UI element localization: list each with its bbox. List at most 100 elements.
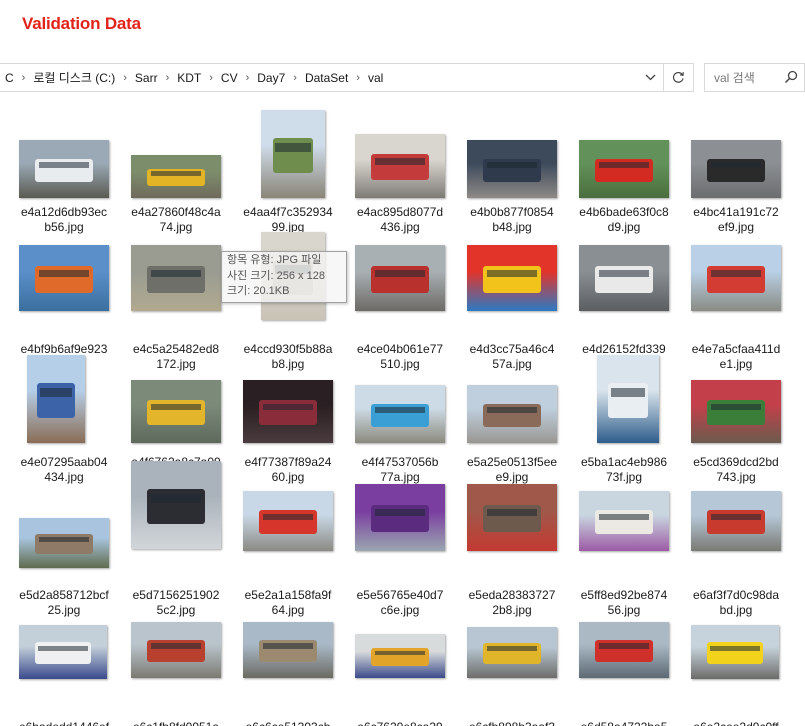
image-thumbnail[interactable] [467, 385, 557, 443]
file-item[interactable]: e4e7a5cfaa411d e1.jpg [680, 242, 792, 371]
thumbnail-area[interactable] [456, 484, 568, 584]
image-thumbnail[interactable] [355, 484, 445, 551]
image-thumbnail[interactable] [691, 140, 781, 198]
breadcrumb-item[interactable]: C [0, 64, 19, 91]
thumbnail-area[interactable] [232, 105, 344, 201]
file-item[interactable]: e6c1fb8fd0951aea.jpg [120, 620, 232, 726]
thumbnail-area[interactable] [120, 355, 232, 451]
thumbnail-area[interactable] [232, 488, 344, 584]
breadcrumb-item[interactable]: 로컬 디스크 (C:) [28, 64, 120, 91]
image-thumbnail[interactable] [355, 245, 445, 311]
breadcrumb-separator-icon[interactable]: › [243, 72, 253, 84]
file-name[interactable]: e4b0b877f0854 b48.jpg [456, 205, 568, 235]
image-thumbnail[interactable] [355, 385, 445, 443]
breadcrumb-separator-icon[interactable]: › [19, 72, 29, 84]
file-item[interactable]: e4e07295aab04 434.jpg [8, 355, 120, 484]
file-name[interactable]: e6c1fb8fd0951aea.jpg [120, 720, 232, 726]
file-item[interactable]: e4bf9b6af9e923e8.jpg [8, 242, 120, 371]
refresh-button[interactable] [663, 64, 693, 91]
file-item[interactable]: e6c6ce51393cb604.jpg [232, 620, 344, 726]
search-input[interactable]: val 검색 [704, 63, 805, 92]
thumbnail-area[interactable] [344, 242, 456, 338]
image-thumbnail[interactable] [19, 625, 107, 679]
image-thumbnail[interactable] [131, 245, 221, 311]
file-name[interactable]: e4aa4f7c352934 99.jpg [232, 205, 344, 235]
image-thumbnail[interactable] [131, 461, 221, 549]
file-item[interactable]: e4f77387f89a24 60.jpg [232, 355, 344, 484]
file-name[interactable]: e5eda28383727 2b8.jpg [456, 588, 568, 618]
image-thumbnail[interactable] [131, 380, 221, 443]
image-thumbnail[interactable] [261, 110, 325, 198]
breadcrumb-item[interactable]: Sarr [130, 64, 163, 91]
thumbnail-area[interactable] [680, 242, 792, 338]
file-item[interactable]: e6c7620e8ca393b1.jpg [344, 620, 456, 726]
file-item[interactable]: e4f6762a8c7a098e.jpg [120, 355, 232, 484]
thumbnail-area[interactable] [344, 355, 456, 451]
thumbnail-area[interactable] [568, 355, 680, 451]
thumbnail-area[interactable] [568, 105, 680, 201]
file-item[interactable]: e5ff8ed92be874 56.jpg [568, 488, 680, 617]
file-item[interactable]: e6e2cee2d9c0ff76.jpg [680, 620, 792, 726]
file-name[interactable]: e6e2cee2d9c0ff76.jpg [680, 720, 792, 726]
file-name[interactable]: e5a25e0513f5ee e9.jpg [456, 455, 568, 485]
file-item[interactable]: e4f47537056b 77a.jpg [344, 355, 456, 484]
image-thumbnail[interactable] [579, 140, 669, 198]
file-item[interactable]: e4a27860f48c4a 74.jpg [120, 105, 232, 234]
image-thumbnail[interactable] [355, 634, 445, 678]
thumbnail-area[interactable] [232, 355, 344, 451]
thumbnail-area[interactable] [120, 242, 232, 338]
image-thumbnail[interactable] [579, 491, 669, 551]
breadcrumb-separator-icon[interactable]: › [353, 72, 363, 84]
file-name[interactable]: e4a27860f48c4a 74.jpg [120, 205, 232, 235]
file-item[interactable]: e4ac895d8077d 436.jpg [344, 105, 456, 234]
image-thumbnail[interactable] [19, 245, 109, 311]
file-name[interactable]: e5e2a1a158fa9f 64.jpg [232, 588, 344, 618]
image-thumbnail[interactable] [467, 140, 557, 198]
thumbnail-area[interactable] [344, 620, 456, 716]
thumbnail-area[interactable] [8, 620, 120, 716]
file-item[interactable]: e4a12d6db93ec b56.jpg [8, 105, 120, 234]
breadcrumb-item[interactable]: KDT [172, 64, 206, 91]
file-item[interactable]: e4b0b877f0854 b48.jpg [456, 105, 568, 234]
thumbnail-area[interactable] [568, 620, 680, 716]
thumbnail-area[interactable] [120, 461, 232, 584]
address-bar[interactable]: C › 로컬 디스크 (C:) › Sarr › KDT › CV › Day7… [0, 63, 694, 92]
file-name[interactable]: e4ac895d8077d 436.jpg [344, 205, 456, 235]
file-item[interactable]: e4d26152fd339288.jpg [568, 242, 680, 371]
breadcrumb-item[interactable]: DataSet [300, 64, 353, 91]
file-name[interactable]: e5d7156251902 5c2.jpg [120, 588, 232, 618]
file-item[interactable]: e4bc41a191c72 ef9.jpg [680, 105, 792, 234]
breadcrumb-item[interactable]: val [363, 64, 388, 91]
thumbnail-area[interactable] [568, 242, 680, 338]
image-thumbnail[interactable] [27, 355, 85, 443]
thumbnail-area[interactable] [456, 105, 568, 201]
file-name[interactable]: e6cfb898b3aaf3c5.jpg [456, 720, 568, 726]
image-thumbnail[interactable] [243, 622, 333, 678]
image-thumbnail[interactable] [467, 245, 557, 311]
image-thumbnail[interactable] [691, 491, 781, 551]
image-thumbnail[interactable] [467, 484, 557, 551]
file-name[interactable]: e4f47537056b 77a.jpg [344, 455, 456, 485]
file-item[interactable]: e6cfb898b3aaf3c5.jpg [456, 620, 568, 726]
image-thumbnail[interactable] [355, 134, 445, 198]
file-name[interactable]: e5ff8ed92be874 56.jpg [568, 588, 680, 618]
file-name[interactable]: e4b6bade63f0c8 d9.jpg [568, 205, 680, 235]
breadcrumb-item[interactable]: Day7 [252, 64, 290, 91]
image-thumbnail[interactable] [597, 355, 659, 443]
thumbnail-area[interactable] [680, 620, 792, 716]
image-thumbnail[interactable] [243, 491, 333, 551]
file-item[interactable]: e5ba1ac4eb986 73f.jpg [568, 355, 680, 484]
breadcrumb-separator-icon[interactable]: › [163, 72, 173, 84]
thumbnail-area[interactable] [456, 242, 568, 338]
thumbnail-area[interactable] [8, 488, 120, 584]
file-name[interactable]: e4a12d6db93ec b56.jpg [8, 205, 120, 235]
file-item[interactable]: e5e2a1a158fa9f 64.jpg [232, 488, 344, 617]
image-thumbnail[interactable] [579, 622, 669, 678]
file-name[interactable]: e5e56765e40d7 c6e.jpg [344, 588, 456, 618]
thumbnail-area[interactable] [680, 488, 792, 584]
image-thumbnail[interactable] [691, 625, 779, 679]
file-item[interactable]: e5d2a858712bcf 25.jpg [8, 488, 120, 617]
thumbnail-area[interactable] [8, 242, 120, 338]
thumbnail-area[interactable] [344, 484, 456, 584]
thumbnail-area[interactable] [680, 105, 792, 201]
